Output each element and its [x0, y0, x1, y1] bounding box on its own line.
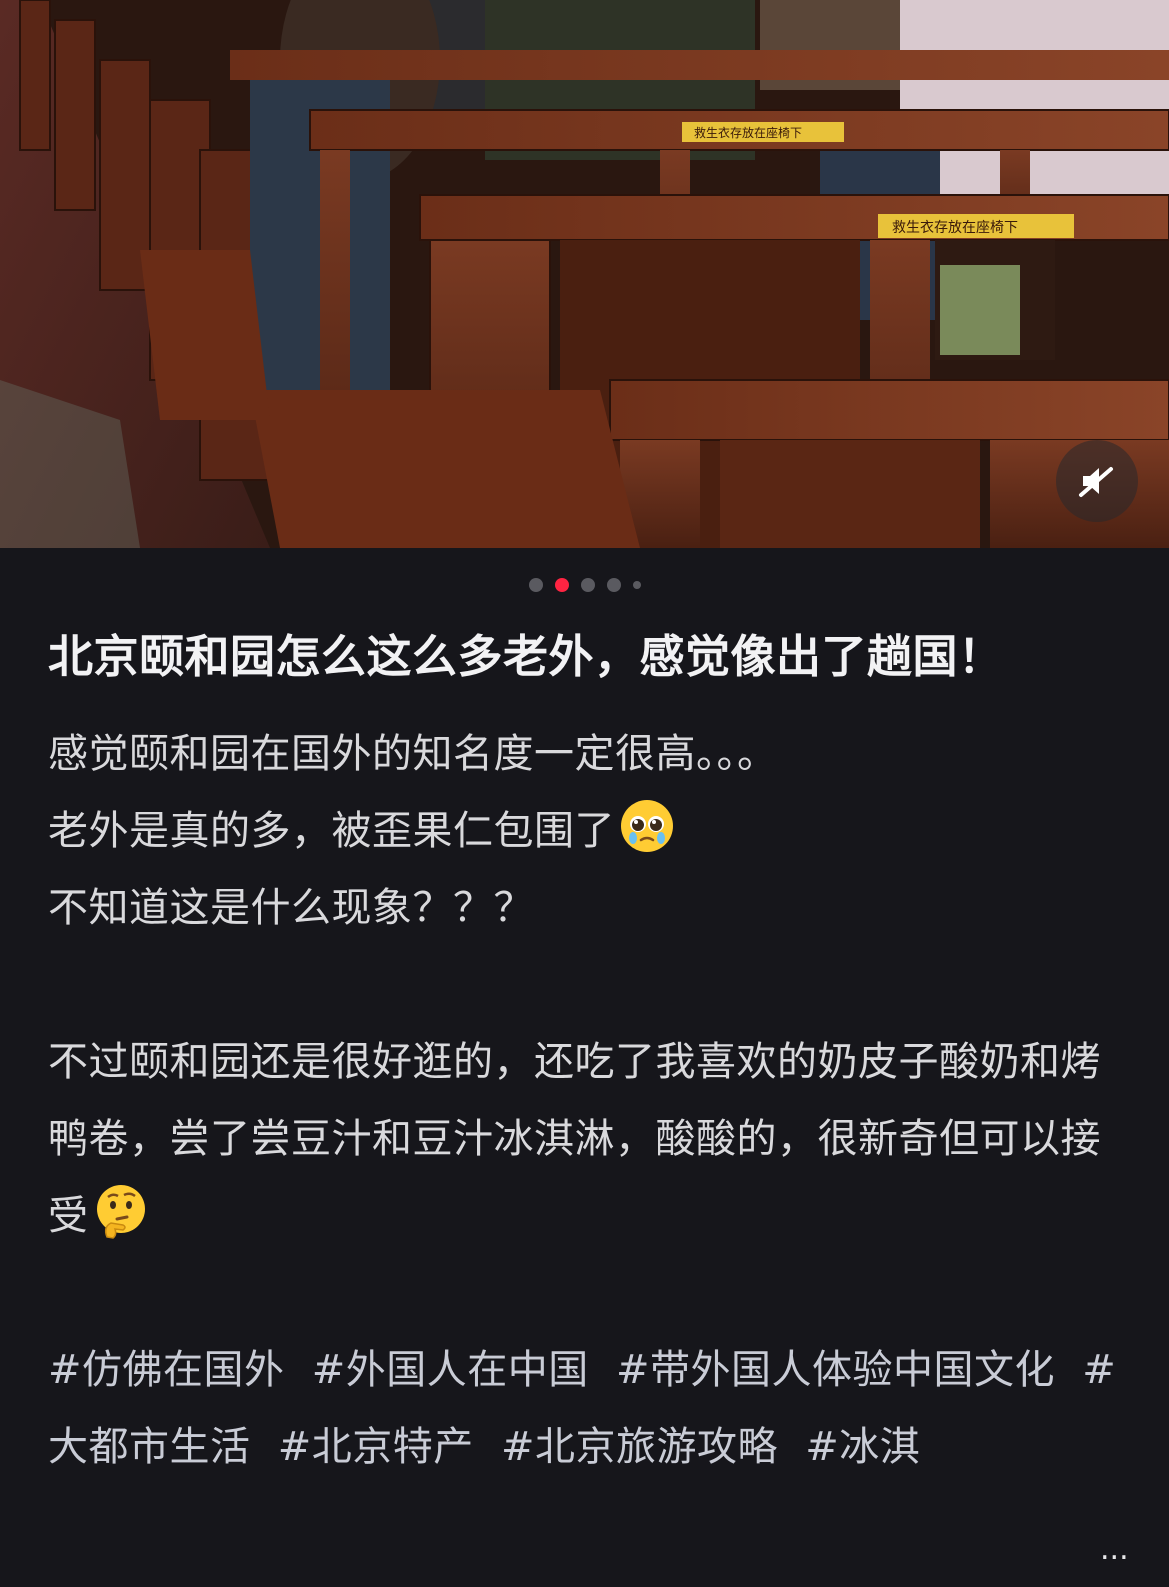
mute-toggle-button[interactable]	[1056, 440, 1138, 522]
carousel-dot-active[interactable]	[554, 578, 569, 592]
post-line: 不过颐和园还是很好逛的，还吃了我喜欢的奶皮子酸奶和烤鸭卷，尝了尝豆汁和豆汁冰淇淋…	[48, 1039, 1101, 1239]
hashtag-link[interactable]: #外国人在中国	[312, 1347, 589, 1393]
hashtag-link[interactable]: #冰淇	[805, 1424, 920, 1470]
carousel-dot[interactable]	[606, 578, 621, 592]
svg-text:救生衣存放在座椅下: 救生衣存放在座椅下	[892, 220, 1018, 236]
carousel-dot[interactable]	[528, 578, 543, 592]
speaker-muted-icon	[1079, 467, 1113, 497]
carousel-indicator	[0, 578, 1169, 592]
post-line-with-emoji: 不过颐和园还是很好逛的，还吃了我喜欢的奶皮子酸奶和烤鸭卷，尝了尝豆汁和豆汁冰淇淋…	[48, 1024, 1128, 1255]
hashtag-link[interactable]: #带外国人体验中国文化	[616, 1347, 1055, 1393]
pleading-face-emoji-icon	[621, 800, 673, 852]
svg-text:救生衣存放在座椅下: 救生衣存放在座椅下	[694, 125, 802, 140]
expand-more-button[interactable]: ...	[1100, 1532, 1129, 1567]
photo-illustration: 救生衣存放在座椅下 救生衣存放在座椅下	[0, 0, 1169, 548]
post-line: 不知道这是什么现象？？？	[48, 885, 534, 931]
hashtag-link[interactable]: #北京特产	[278, 1424, 474, 1470]
post-title: 北京颐和园怎么这么多老外，感觉像出了趟国！	[48, 630, 1004, 683]
post-content: 北京颐和园怎么这么多老外，感觉像出了趟国！ 感觉颐和园在国外的知名度一定很高。。…	[48, 620, 1128, 1486]
post-body: 感觉颐和园在国外的知名度一定很高。。。 老外是真的多，被歪果仁包围了 不知道这是…	[48, 716, 1128, 1332]
post-line: 感觉颐和园在国外的知名度一定很高。。。	[48, 731, 778, 777]
hashtag-link[interactable]: #北京旅游攻略	[501, 1424, 778, 1470]
thinking-face-emoji-icon	[96, 1185, 145, 1239]
hashtag-list: #仿佛在国外 #外国人在中国 #带外国人体验中国文化 #大都市生活 #北京特产 …	[48, 1332, 1128, 1486]
post-photo[interactable]: 救生衣存放在座椅下 救生衣存放在座椅下	[0, 0, 1169, 548]
post-line: 老外是真的多，被歪果仁包围了	[48, 808, 615, 854]
hashtag-link[interactable]: #仿佛在国外	[48, 1347, 285, 1393]
carousel-dot[interactable]	[632, 581, 641, 589]
carousel-dot[interactable]	[580, 578, 595, 592]
post-line-with-emoji: 老外是真的多，被歪果仁包围了	[48, 793, 1128, 870]
